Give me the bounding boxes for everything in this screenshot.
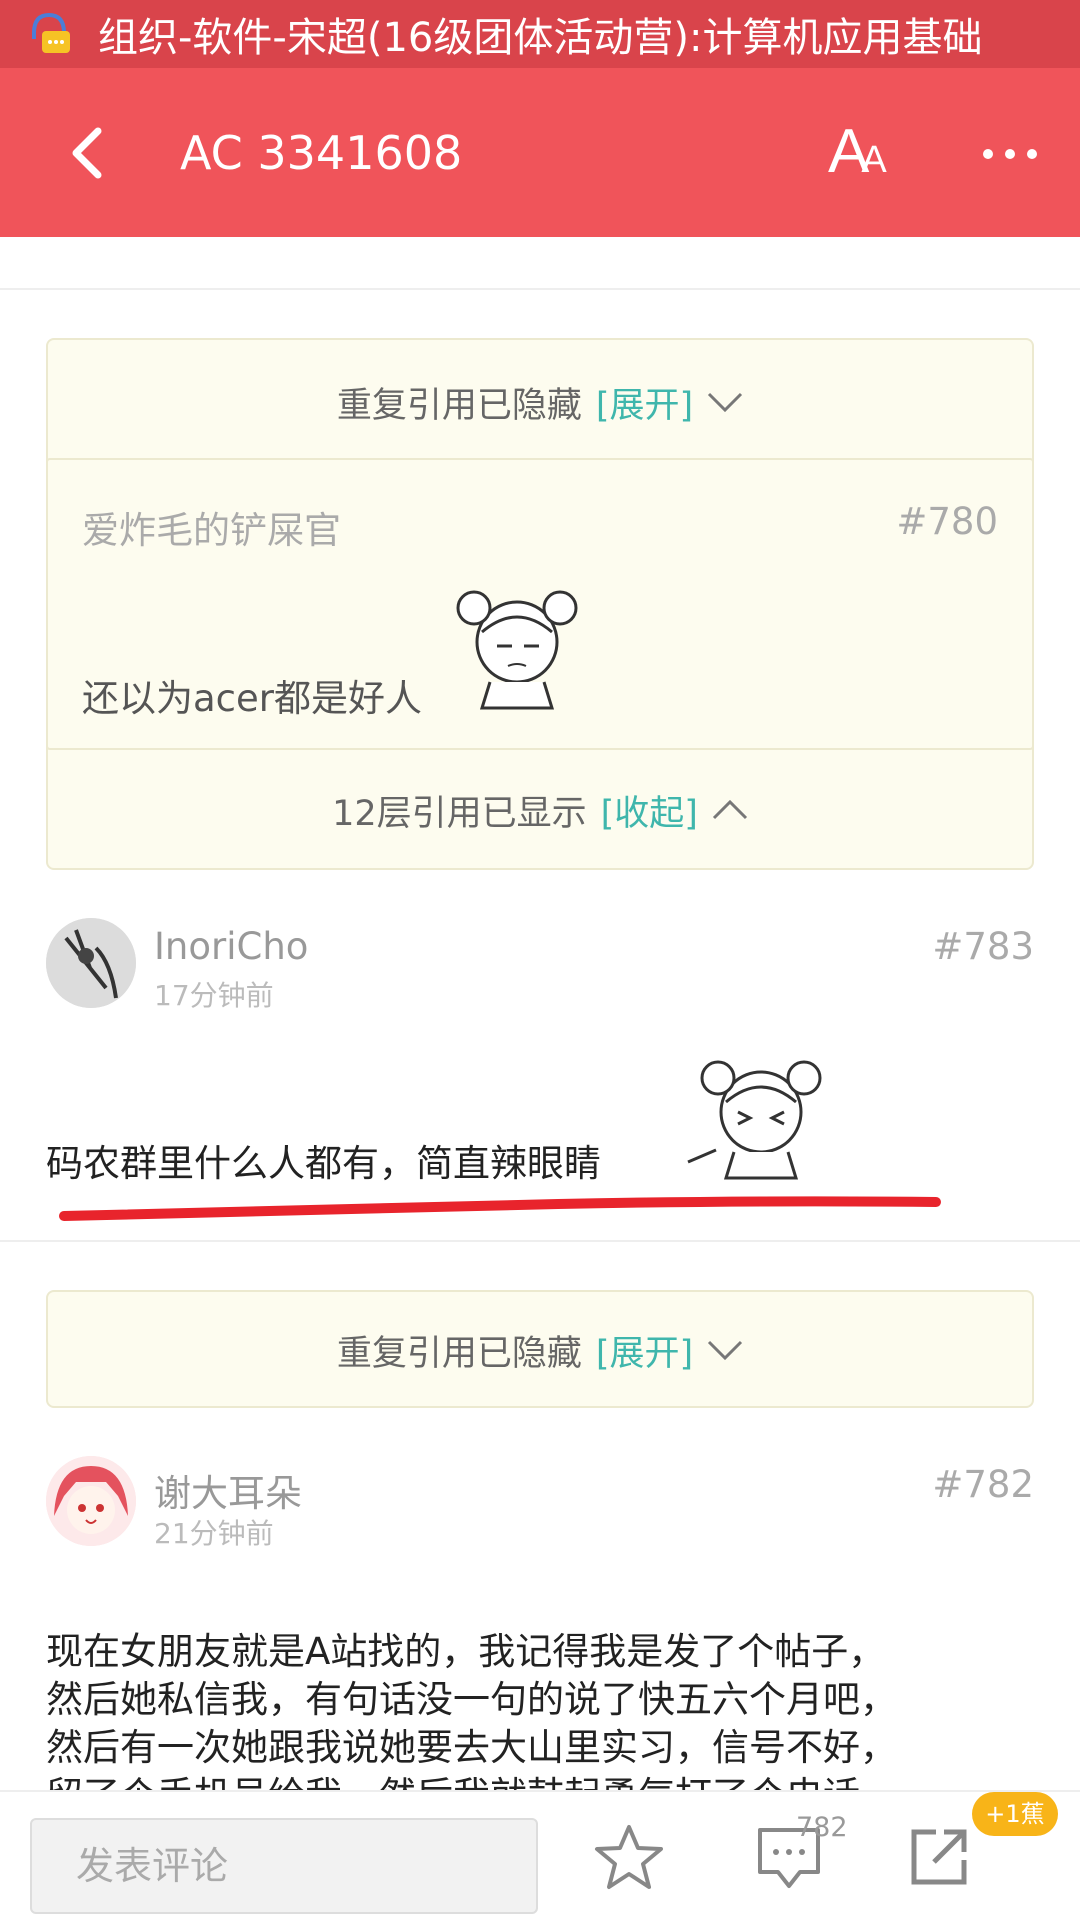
shown-quotes-row[interactable]: 12层引用已显示 [收起]: [46, 780, 1034, 840]
red-underline-annotation: [59, 1196, 941, 1221]
notification-bar[interactable]: 组织-软件-宋超(16级团体活动营):计算机应用基础: [0, 0, 1080, 68]
qq-notification-icon: [32, 12, 70, 53]
expand-link[interactable]: [展开]: [596, 1325, 693, 1376]
avatar[interactable]: [46, 918, 136, 1008]
comment-text: 现在女朋友就是A站找的，我记得我是发了个帖子， 然后她私信我，有句话没一句的说了…: [46, 1628, 1046, 1790]
comment-floor-number: #782: [932, 1463, 1034, 1506]
quoted-text: 还以为acer都是好人: [82, 677, 422, 720]
comment-time: 17分钟前: [154, 979, 274, 1012]
star-favorite-icon[interactable]: [594, 1822, 664, 1892]
chevron-up-icon: [712, 799, 747, 820]
chevron-down-icon: [708, 392, 743, 413]
hidden-quotes-text: 重复引用已隐藏: [336, 1333, 582, 1374]
hidden-quotes-row[interactable]: 重复引用已隐藏 [展开]: [46, 1320, 1034, 1380]
comment-time: 21分钟前: [154, 1517, 274, 1550]
comment-line: 然后她私信我，有句话没一句的说了快五六个月吧，: [46, 1678, 897, 1721]
sticker-image: [456, 590, 578, 710]
hidden-quotes-row[interactable]: 重复引用已隐藏 [展开]: [46, 372, 1034, 432]
share-icon[interactable]: [906, 1824, 972, 1890]
comment-author[interactable]: InoriCho: [154, 925, 308, 968]
comment-line: 留了个手机号给我，然后我就鼓起勇气打了个电话: [46, 1772, 1046, 1790]
collapse-link[interactable]: [收起]: [601, 785, 698, 836]
chevron-down-icon: [708, 1340, 743, 1361]
quoted-comment: 爱炸毛的铲屎官 #780 还以为acer都是好人: [46, 458, 1034, 750]
quoted-author[interactable]: 爱炸毛的铲屎官: [82, 500, 341, 554]
comment-line: 然后有一次她跟我说她要去大山里实习，信号不好，: [46, 1726, 897, 1769]
notification-text: 组织-软件-宋超(16级团体活动营):计算机应用基础: [98, 15, 983, 61]
quoted-floor-number: #780: [896, 500, 998, 543]
comment-input[interactable]: 发表评论: [30, 1818, 538, 1914]
divider: [0, 1240, 1080, 1242]
font-size-button[interactable]: AA: [828, 116, 908, 186]
comment-text: 码农群里什么人都有，简直辣眼睛: [46, 1142, 601, 1185]
top-app-bar: AC 3341608 AA: [0, 68, 1080, 237]
comment-line: 现在女朋友就是A站找的，我记得我是发了个帖子，: [46, 1630, 886, 1673]
comment-count: 782: [796, 1812, 848, 1843]
hidden-quotes-text: 重复引用已隐藏: [336, 385, 582, 426]
expand-link[interactable]: [展开]: [596, 377, 693, 428]
sticker-image: [687, 1060, 822, 1180]
divider: [0, 288, 1080, 290]
back-arrow-icon[interactable]: [62, 123, 112, 183]
avatar[interactable]: [46, 1456, 136, 1546]
comment-author[interactable]: 谢大耳朵: [154, 1463, 302, 1517]
comment-floor-number: #783: [932, 925, 1034, 968]
bottom-action-bar: 发表评论 782 +1蕉: [0, 1790, 1080, 1922]
font-size-icon: AA: [828, 117, 887, 186]
more-options-icon[interactable]: [980, 142, 1040, 166]
banana-badge[interactable]: +1蕉: [972, 1792, 1058, 1836]
page-title: AC 3341608: [180, 126, 463, 180]
avatar-image: [46, 1456, 136, 1546]
shown-quotes-text: 12层引用已显示: [332, 793, 587, 834]
avatar-image: [46, 918, 136, 1008]
